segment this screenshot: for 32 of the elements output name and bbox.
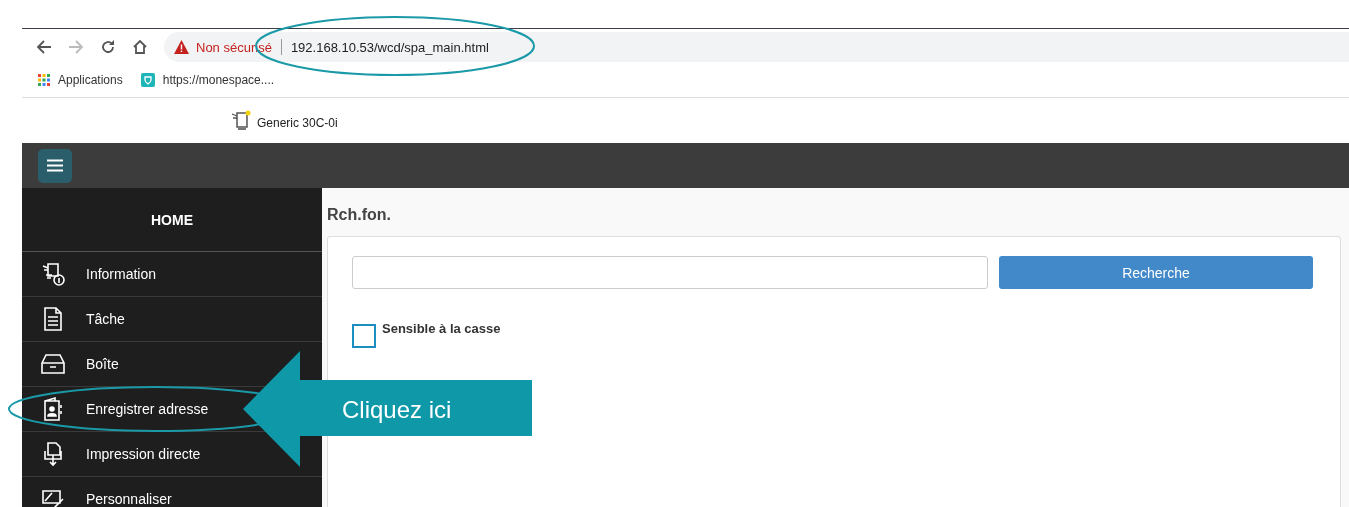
- checkbox[interactable]: [352, 324, 376, 348]
- sidebar-item[interactable]: Personnaliser: [22, 477, 240, 507]
- printer-icon: [230, 109, 252, 132]
- sidebar-item[interactable]: Boîte: [22, 342, 240, 386]
- device-name: Generic 30C-0i: [257, 115, 338, 130]
- sidebar-item[interactable]: Information: [22, 252, 240, 296]
- sidebar-item[interactable]: Impression directe: [22, 432, 240, 476]
- bookmark[interactable]: https://monespace....: [140, 73, 275, 87]
- callout-text: Cliquez ici: [342, 396, 452, 424]
- home-icon[interactable]: [132, 39, 148, 55]
- warning-icon: [174, 40, 189, 54]
- item-label: Tâche: [86, 311, 125, 327]
- item-label: Enregistrer adresse: [86, 401, 209, 417]
- item-label: Boîte: [86, 356, 119, 372]
- item-label: Information: [86, 266, 157, 282]
- menu-button[interactable]: [38, 148, 72, 183]
- item-label: Personnaliser: [86, 491, 172, 507]
- url-text: 192.168.10.53/wcd/spa_main.html: [290, 39, 489, 55]
- checkbox-label: Sensible à la casse: [382, 321, 501, 336]
- page-title: Rch.fon.: [327, 206, 392, 225]
- item-label: Impression directe: [86, 446, 201, 462]
- reload-icon[interactable]: [100, 39, 116, 55]
- printer-info-icon: [40, 261, 66, 287]
- menu-icon: [47, 159, 63, 172]
- back-icon[interactable]: [36, 39, 52, 55]
- bookmark[interactable]: Applications: [38, 73, 123, 87]
- shield-icon: [140, 73, 155, 87]
- tray-icon: [40, 351, 66, 377]
- search-field[interactable]: [352, 256, 988, 289]
- sidebar-item[interactable]: Tâche: [22, 297, 240, 341]
- apps-grid-icon: [38, 74, 50, 86]
- search-button[interactable]: Recherche: [999, 256, 1313, 289]
